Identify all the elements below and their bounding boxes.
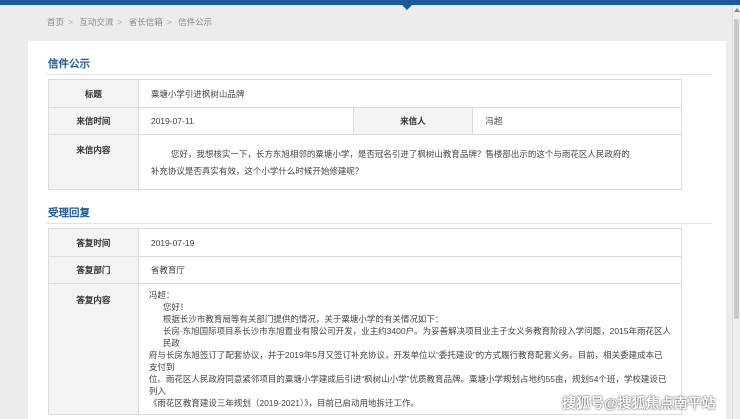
sender-value: 冯超 <box>472 107 682 135</box>
vertical-scrollbar[interactable] <box>732 5 740 419</box>
sender-label: 来信人 <box>352 107 474 135</box>
subject-label: 标题 <box>48 79 139 108</box>
breadcrumb-separator: > <box>166 17 172 27</box>
table-row: 来信时间 2019-07-11 来信人 冯超 <box>48 107 682 135</box>
scroll-thumb[interactable] <box>734 19 739 319</box>
letter-date-value: 2019-07-11 <box>137 107 354 135</box>
watermark: 搜狐号@搜狐焦点南平站 <box>562 395 716 411</box>
reply-section-title: 受理回复 <box>48 207 90 219</box>
reply-line: 长房·东旭国际项目系长沙市东旭置业有限公司开发，业主约3400户。为妥善解决项目… <box>162 326 671 348</box>
breadcrumb-separator: > <box>68 17 73 27</box>
letter-date-label: 来信时间 <box>48 107 139 135</box>
content-panel: 信件公示 标题 粟塘小学引进枫树山品牌 来信时间 2019-07-11 来信人 … <box>28 41 726 419</box>
reply-dept-label: 答复部门 <box>48 256 139 284</box>
breadcrumb-current: 信件公示 <box>178 17 213 27</box>
reply-table: 答复时间 2019-07-19 答复部门 省教育厅 答复内容 冯超： 您好！ 根… <box>48 228 683 415</box>
table-row: 答复部门 省教育厅 <box>48 256 683 284</box>
top-nav-bar <box>0 0 740 5</box>
reply-line: 冯超： <box>148 290 175 300</box>
letter-content-line: 您好，我想核实一下，长方东旭相邻的粟塘小学，是否冠名引进了枫树山教育品牌？售楼部… <box>170 149 630 159</box>
reply-date-value: 2019-07-19 <box>137 228 683 257</box>
subject-value: 粟塘小学引进枫树山品牌 <box>137 79 683 108</box>
table-row: 答复时间 2019-07-19 <box>48 228 683 257</box>
section-divider <box>46 223 712 224</box>
table-row: 标题 粟塘小学引进枫树山品牌 <box>48 79 683 108</box>
breadcrumb-home[interactable]: 首页 <box>47 17 64 27</box>
reply-content-label: 答复内容 <box>48 283 139 415</box>
letter-content: 您好，我想核实一下，长方东旭相邻的粟塘小学，是否冠名引进了枫树山教育品牌？售楼部… <box>137 134 683 190</box>
breadcrumb-interaction[interactable]: 互动交流 <box>79 17 113 27</box>
reply-dept-value: 省教育厅 <box>137 256 683 284</box>
letter-table: 标题 粟塘小学引进枫树山品牌 来信时间 2019-07-11 来信人 冯超 来信… <box>48 79 683 190</box>
section-divider <box>46 74 712 75</box>
reply-date-label: 答复时间 <box>48 228 139 257</box>
scroll-up-arrow-icon[interactable] <box>734 8 740 12</box>
breadcrumb-separator: > <box>117 17 123 27</box>
breadcrumb-mailbox[interactable]: 省长信箱 <box>129 17 163 27</box>
reply-line: 府与长房东旭签订了配套协议，并于2019年5月又签订补充协议，开发单位以“委托建… <box>148 350 663 372</box>
breadcrumb: 首页 > 互动交流 > 省长信箱 > 信件公示 <box>47 16 216 28</box>
reply-line: 根据长沙市教育局等有关部门提供的情况，关于粟塘小学的有关情况如下： <box>162 314 444 324</box>
letter-content-line: 补充协议是否真实有效，这个小学什么时候开始修建呢？ <box>150 166 364 176</box>
letter-section-title: 信件公示 <box>48 58 90 70</box>
letter-content-label: 来信内容 <box>48 134 139 190</box>
reply-line: 您好！ <box>162 302 189 312</box>
table-row: 来信内容 您好，我想核实一下，长方东旭相邻的粟塘小学，是否冠名引进了枫树山教育品… <box>48 134 683 190</box>
nav-active-indicator <box>402 5 412 10</box>
